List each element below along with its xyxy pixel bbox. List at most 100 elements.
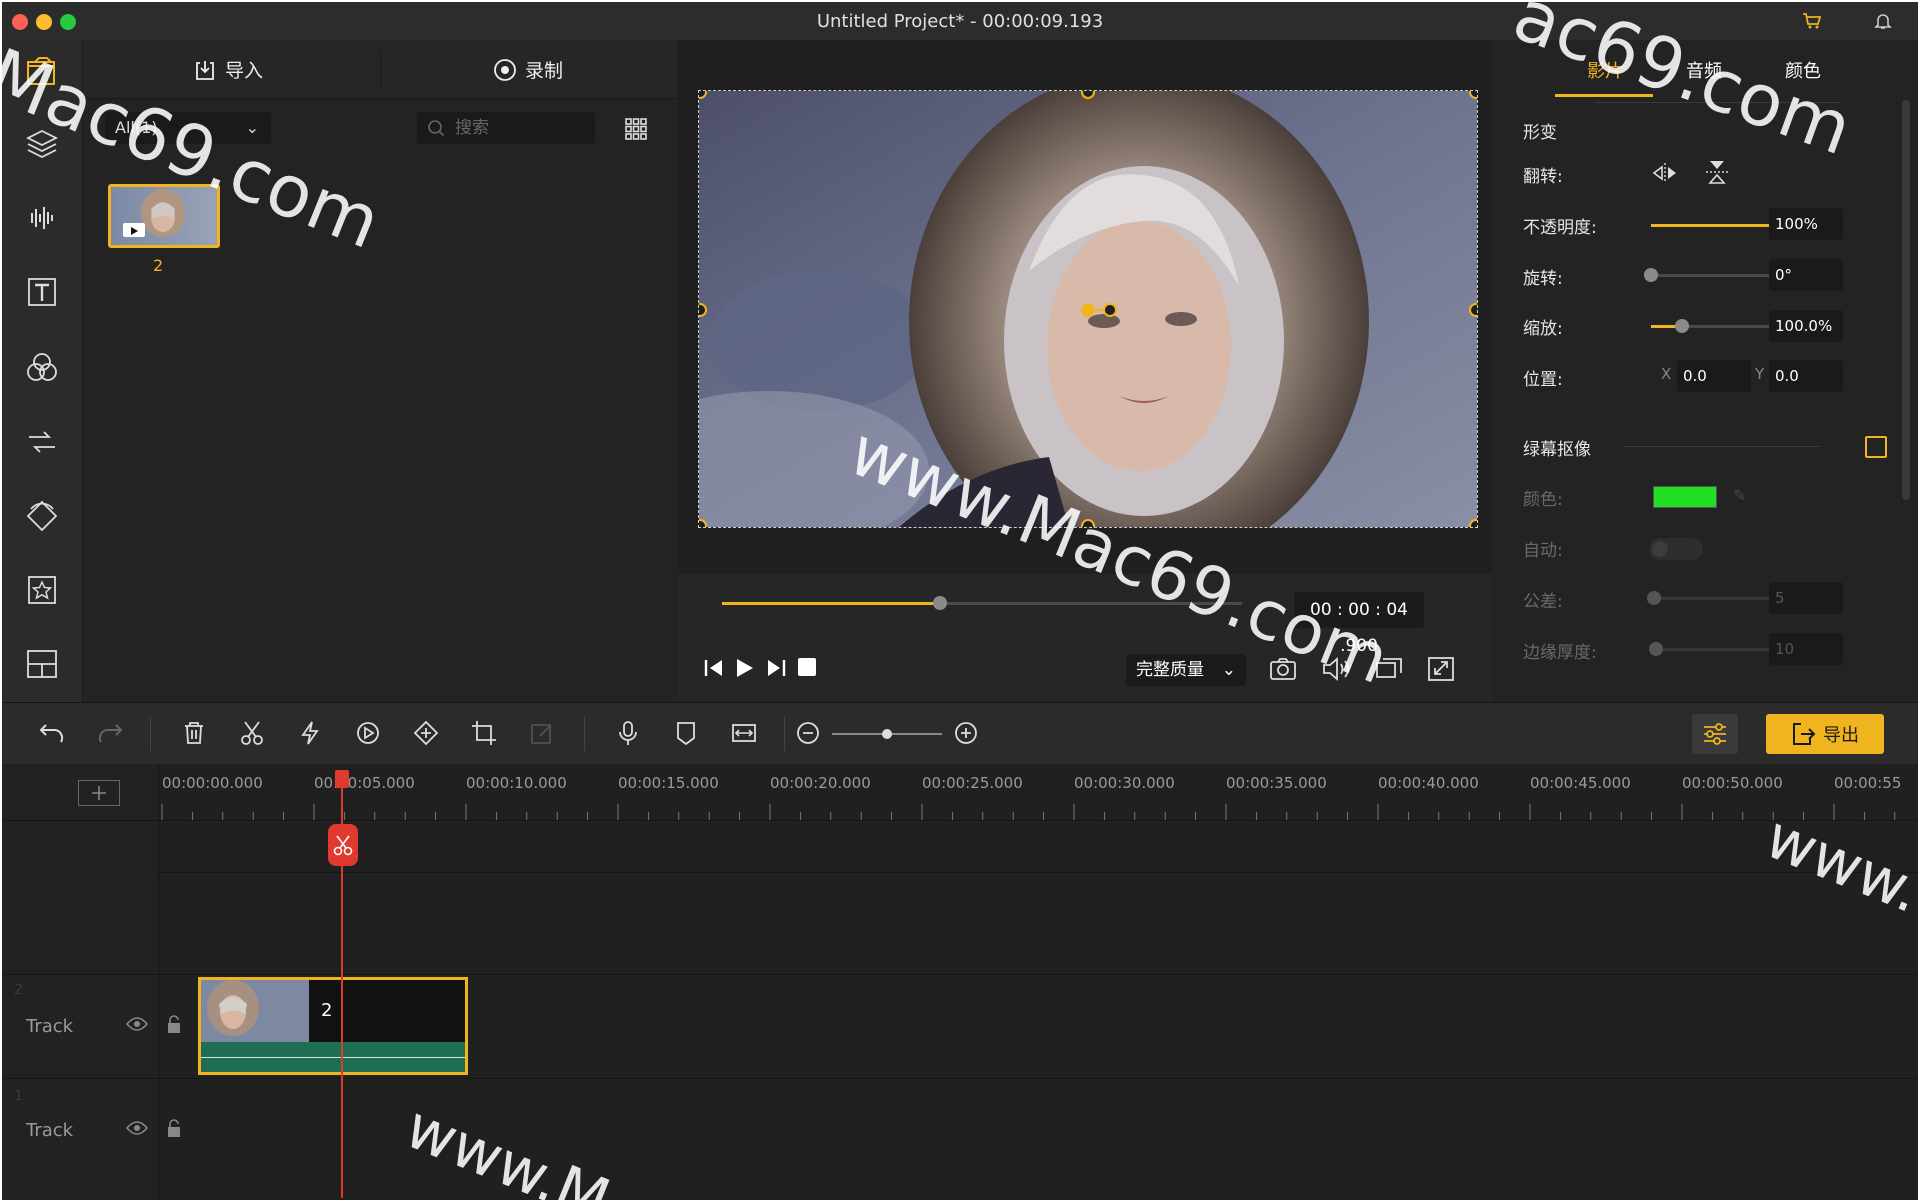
progress-knob[interactable] <box>933 596 948 610</box>
tab-audio[interactable]: 音频 <box>1686 57 1722 83</box>
eyedropper-icon[interactable]: ✎ <box>1733 486 1746 505</box>
chevron-down-icon: ⌄ <box>245 118 259 137</box>
media-search-input[interactable]: 搜索 <box>417 112 595 144</box>
flip-horizontal-button[interactable] <box>1651 162 1679 188</box>
chroma-auto-label: 自动: <box>1523 541 1563 561</box>
fit-width-icon <box>732 724 756 742</box>
edit-button[interactable] <box>526 717 558 749</box>
layers-icon[interactable] <box>22 124 62 164</box>
media-library-icon[interactable] <box>22 52 62 92</box>
crop-button[interactable] <box>468 717 500 749</box>
playback-speed-button[interactable] <box>352 717 384 749</box>
position-x-input[interactable]: 0.0 <box>1677 360 1751 392</box>
scale-value[interactable]: 100.0% <box>1769 310 1843 342</box>
track-name: Track <box>26 1120 74 1141</box>
tolerance-value[interactable]: 5 <box>1769 582 1843 614</box>
edge-slider-knob[interactable] <box>1649 642 1664 656</box>
media-filter-dropdown[interactable]: All(1) ⌄ <box>105 112 271 144</box>
volume-button[interactable] <box>1320 654 1352 688</box>
resize-handle[interactable] <box>1469 303 1477 317</box>
split-button[interactable] <box>236 717 268 749</box>
section-transform-title: 形变 <box>1523 123 1557 143</box>
crop-icon <box>472 721 496 745</box>
zoom-out-button[interactable] <box>792 717 824 749</box>
tab-import[interactable]: 导入 <box>193 56 263 83</box>
edge-thickness-value[interactable]: 10 <box>1769 633 1843 665</box>
split-screen-icon[interactable] <box>22 644 62 684</box>
rotation-value[interactable]: 0° <box>1769 259 1843 291</box>
volume-icon <box>1323 657 1349 681</box>
media-thumbnail[interactable] <box>108 184 220 248</box>
audio-waveform-icon[interactable] <box>22 198 62 238</box>
opacity-slider[interactable] <box>1651 218 1786 232</box>
bell-icon[interactable] <box>1874 12 1892 35</box>
eye-icon[interactable] <box>126 1120 148 1140</box>
camera-icon <box>1270 658 1296 680</box>
marker-button[interactable] <box>670 717 702 749</box>
edit-toolbar: 导出 <box>2 702 1918 766</box>
snapshot-button[interactable] <box>1268 654 1298 688</box>
video-canvas[interactable] <box>698 90 1478 528</box>
flip-vertical-button[interactable] <box>1705 158 1729 190</box>
zoom-in-button[interactable] <box>950 717 982 749</box>
fullscreen-button[interactable] <box>1426 654 1456 688</box>
previous-frame-button[interactable] <box>702 656 726 684</box>
quality-dropdown[interactable]: 完整质量 ⌄ <box>1126 654 1246 686</box>
time-ruler[interactable]: 00:00:00.000 00:00:05.000 00:00:10.000 00:0… <box>158 764 1918 820</box>
stop-button[interactable] <box>798 658 816 676</box>
speed-button[interactable] <box>294 717 326 749</box>
lock-icon[interactable] <box>166 1014 182 1038</box>
tab-video[interactable]: 影片 <box>1587 57 1623 83</box>
lock-icon[interactable] <box>166 1118 182 1142</box>
next-frame-button[interactable] <box>764 656 788 684</box>
scale-slider-knob[interactable] <box>1674 319 1689 333</box>
timeline-clip[interactable]: 2 <box>198 977 468 1075</box>
rotation-handle[interactable] <box>1103 303 1117 317</box>
eye-icon[interactable] <box>126 1016 148 1036</box>
timeline-zoom-slider[interactable] <box>832 729 942 739</box>
export-button[interactable]: 导出 <box>1766 714 1884 754</box>
toolbar-divider <box>150 717 151 751</box>
media-panel: 导入 录制 All(1) ⌄ 搜索 2 <box>83 40 677 702</box>
scale-slider[interactable] <box>1651 319 1779 333</box>
anchor-point-handle[interactable] <box>1081 303 1095 317</box>
transitions-icon[interactable] <box>22 422 62 462</box>
edge-thickness-slider[interactable] <box>1649 642 1779 656</box>
chroma-auto-toggle[interactable] <box>1649 538 1703 560</box>
active-tab-indicator <box>1555 94 1653 97</box>
fit-timeline-button[interactable] <box>728 717 760 749</box>
properties-scrollbar[interactable] <box>1902 100 1910 500</box>
settings-button[interactable] <box>1692 714 1738 754</box>
undo-button[interactable] <box>36 717 68 749</box>
text-tool-icon[interactable] <box>22 272 62 312</box>
rotation-slider-knob[interactable] <box>1644 268 1658 282</box>
tolerance-slider[interactable] <box>1646 591 1779 605</box>
chroma-key-checkbox[interactable] <box>1865 436 1887 458</box>
opacity-value[interactable]: 100% <box>1769 208 1843 240</box>
add-track-button[interactable] <box>78 780 120 806</box>
pop-out-preview-button[interactable] <box>1374 654 1404 688</box>
tab-color[interactable]: 颜色 <box>1785 57 1821 83</box>
side-tool-rail <box>2 40 83 702</box>
tolerance-slider-knob[interactable] <box>1646 591 1661 605</box>
grid-view-icon[interactable] <box>625 118 647 144</box>
tab-record[interactable]: 录制 <box>493 56 563 83</box>
chroma-color-swatch[interactable] <box>1653 486 1717 508</box>
elements-star-icon[interactable] <box>22 570 62 610</box>
filters-icon[interactable] <box>22 348 62 388</box>
playback-progress-slider[interactable] <box>722 596 1242 610</box>
play-button[interactable] <box>732 656 756 684</box>
overlay-icon[interactable] <box>22 496 62 536</box>
cart-icon[interactable] <box>1802 12 1822 35</box>
zoom-slider-knob[interactable] <box>882 729 892 739</box>
position-y-input[interactable]: 0.0 <box>1769 360 1843 392</box>
clip-audio-strip[interactable] <box>201 1042 465 1072</box>
resize-handle[interactable] <box>1469 519 1477 527</box>
resize-handle[interactable] <box>1081 519 1095 527</box>
rotation-slider[interactable] <box>1644 268 1779 282</box>
keyframe-button[interactable] <box>410 717 442 749</box>
redo-button[interactable] <box>94 717 126 749</box>
voiceover-button[interactable] <box>612 717 644 749</box>
split-at-playhead-button[interactable] <box>328 824 358 866</box>
delete-button[interactable] <box>178 717 210 749</box>
